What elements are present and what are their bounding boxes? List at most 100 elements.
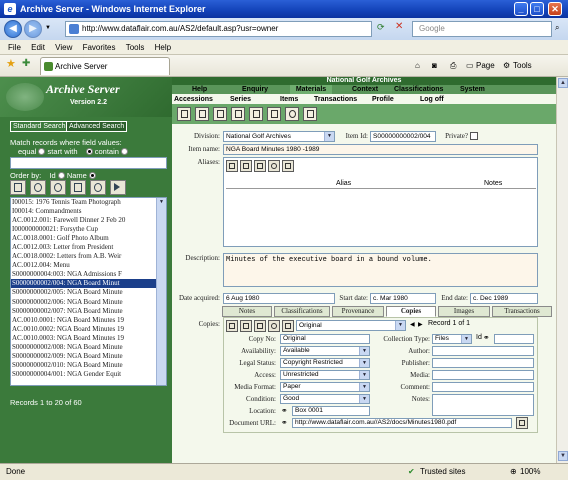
delete-record-icon[interactable] [249, 107, 263, 121]
edit-record-icon[interactable] [231, 107, 245, 121]
media-field[interactable] [432, 370, 534, 380]
end-date-field[interactable]: c. Dec 1989 [470, 293, 538, 304]
tools-menu[interactable]: Tools [513, 60, 532, 72]
forward-button[interactable]: ▶ [24, 20, 42, 38]
submenu-transactions-link[interactable]: Transactions [314, 95, 357, 104]
print-icon[interactable]: ⎙ [450, 60, 456, 72]
match-start-radio[interactable] [85, 147, 93, 155]
location-binoculars-icon[interactable]: ⚭ [281, 406, 288, 415]
undo-icon[interactable] [285, 107, 299, 121]
history-dropdown-icon[interactable]: ▼ [45, 25, 51, 31]
record-list-item[interactable]: S0000000002/006: NGA Board Minute [11, 298, 166, 307]
alias-edit-icon[interactable] [254, 160, 266, 172]
publisher-field[interactable] [432, 358, 534, 368]
id-binoculars-icon[interactable]: ⚭ [483, 333, 490, 342]
stop-icon[interactable]: ✕ [395, 21, 403, 32]
match-equal-radio[interactable] [38, 147, 46, 155]
media-format-select[interactable]: Paper [280, 382, 370, 392]
maximize-button[interactable]: □ [530, 2, 544, 16]
tab-transactions[interactable]: Transactions [492, 306, 552, 317]
record-list-item[interactable]: S0000000002/008: NGA Board Minute [11, 343, 166, 352]
url-binoculars-icon[interactable]: ⚭ [281, 418, 288, 427]
refresh-icon[interactable]: ⟳ [377, 22, 385, 33]
tab-classifications[interactable]: Classifications [274, 306, 330, 317]
description-field[interactable]: Minutes of the executive board in a boun… [223, 253, 538, 287]
submenu-accessions-link[interactable]: Accessions [174, 95, 213, 104]
record-list-item[interactable]: S0000000004:003: NGA Admissions F [11, 270, 166, 279]
start-date-field[interactable]: c. Mar 1980 [370, 293, 436, 304]
add-favorites-icon[interactable]: ✚ [22, 58, 30, 70]
alias-undo-icon[interactable] [268, 160, 280, 172]
record-list-item[interactable]: S0000000002/009: NGA Board Minute [11, 352, 166, 361]
submenu-profile-link[interactable]: Profile [372, 95, 394, 104]
collection-type-select[interactable]: Files [432, 334, 472, 344]
tab-images[interactable]: Images [438, 306, 490, 317]
alias-add-icon[interactable] [240, 160, 252, 172]
feeds-icon[interactable]: ◙ [432, 60, 437, 72]
record-list-item[interactable]: S0000000004/001: NGA Gender Equit [11, 370, 166, 379]
tab-advanced-search[interactable]: Advanced Search [66, 121, 128, 132]
submenu-items-link[interactable]: Items [280, 95, 298, 104]
menu-favorites[interactable]: Favorites [83, 43, 116, 52]
submenu-logoff-link[interactable]: Log off [420, 95, 444, 104]
record-list-item[interactable]: AC.0018.0002: Letters from A.B. Weir [11, 252, 166, 261]
record-list-item[interactable]: I00014: Commandments [11, 207, 166, 216]
menu-materials-link[interactable]: Materials [290, 85, 332, 94]
record-list-item[interactable]: AC.0012.003: Letter from President [11, 243, 166, 252]
save-record-icon[interactable] [267, 107, 281, 121]
order-name-radio[interactable] [88, 171, 96, 179]
menu-help-link[interactable]: Help [192, 85, 207, 94]
record-list-item[interactable]: AC.0018.0001: Golf Photo Album [11, 234, 166, 243]
record-list-item[interactable]: AC.0010.0001: NGA Board Minutes 19 [11, 316, 166, 325]
copy-no-field[interactable]: Original [280, 334, 370, 344]
record-list-item[interactable]: I00015: 1976 Tennis Team Photograph [11, 198, 166, 207]
search-tool-next-icon[interactable] [110, 180, 126, 195]
date-acquired-field[interactable]: 6 Aug 1980 [223, 293, 335, 304]
record-list-item[interactable]: S0000000002/004: NGA Board Minut [11, 279, 166, 289]
comment-field[interactable] [432, 382, 534, 392]
copy-filter-icon[interactable] [226, 320, 238, 332]
record-list-item[interactable]: S0000000002/005: NGA Board Minute [11, 288, 166, 297]
condition-select[interactable]: Good [280, 394, 370, 404]
alias-delete-icon[interactable] [282, 160, 294, 172]
menu-file[interactable]: File [8, 43, 21, 52]
records-list[interactable]: I00015: 1976 Tennis Team Photograph I0001… [10, 197, 167, 386]
item-id-field[interactable]: S00000000002/004 [370, 131, 436, 142]
filter-icon[interactable] [177, 107, 191, 121]
menu-context-link[interactable]: Context [352, 85, 378, 94]
previous-record-icon[interactable]: ◀ [410, 321, 415, 328]
menu-view[interactable]: View [55, 43, 72, 52]
home-icon[interactable]: ⌂ [415, 60, 420, 72]
search-icon[interactable]: ⌕ [555, 23, 559, 33]
url-input[interactable]: http://www.dataflair.com.au/AS2/default.… [65, 21, 372, 37]
scroll-up-icon[interactable]: ▲ [558, 78, 568, 88]
legal-status-select[interactable]: Copyright Restricted [280, 358, 370, 368]
tab-provenance[interactable]: Provenance [332, 306, 384, 317]
access-select[interactable]: Unrestricted [280, 370, 370, 380]
search-input[interactable]: Google [412, 21, 552, 37]
open-document-icon[interactable] [516, 417, 528, 429]
menu-edit[interactable]: Edit [31, 43, 45, 52]
search-tool-document-icon[interactable] [70, 180, 86, 195]
document-url-field[interactable]: http://www.dataflair.com.au//AS2/docs/Mi… [292, 418, 512, 428]
menu-classifications-link[interactable]: Classifications [394, 85, 443, 94]
record-list-item[interactable]: AC.0012.001: Farewell Dinner 2 Feb 20 [11, 216, 166, 225]
record-list-item[interactable]: S0000000002/007: NGA Board Minute [11, 307, 166, 316]
match-contain-radio[interactable] [121, 147, 129, 155]
close-window-button[interactable]: ✕ [548, 2, 562, 16]
author-field[interactable] [432, 346, 534, 356]
location-field[interactable]: Box 0001 [292, 406, 370, 416]
menu-help[interactable]: Help [155, 43, 171, 52]
item-name-field[interactable]: NGA Board Minutes 1980 -1989 [223, 144, 538, 155]
copy-add-icon[interactable] [240, 320, 252, 332]
minimize-button[interactable]: _ [514, 2, 528, 16]
record-list-item[interactable]: S0000000002/010: NGA Board Minute [11, 361, 166, 370]
tab-standard-search[interactable]: Standard Search [10, 121, 69, 132]
search-tool-find-all-icon[interactable] [50, 180, 66, 195]
record-list-item[interactable]: AC.0010.0002: NGA Board Minutes 19 [11, 325, 166, 334]
notes-field[interactable] [432, 394, 534, 416]
search-tool-binoculars-icon[interactable] [30, 180, 46, 195]
id-field[interactable] [494, 334, 534, 344]
menu-system-link[interactable]: System [460, 85, 485, 94]
menu-enquiry-link[interactable]: Enquiry [242, 85, 268, 94]
